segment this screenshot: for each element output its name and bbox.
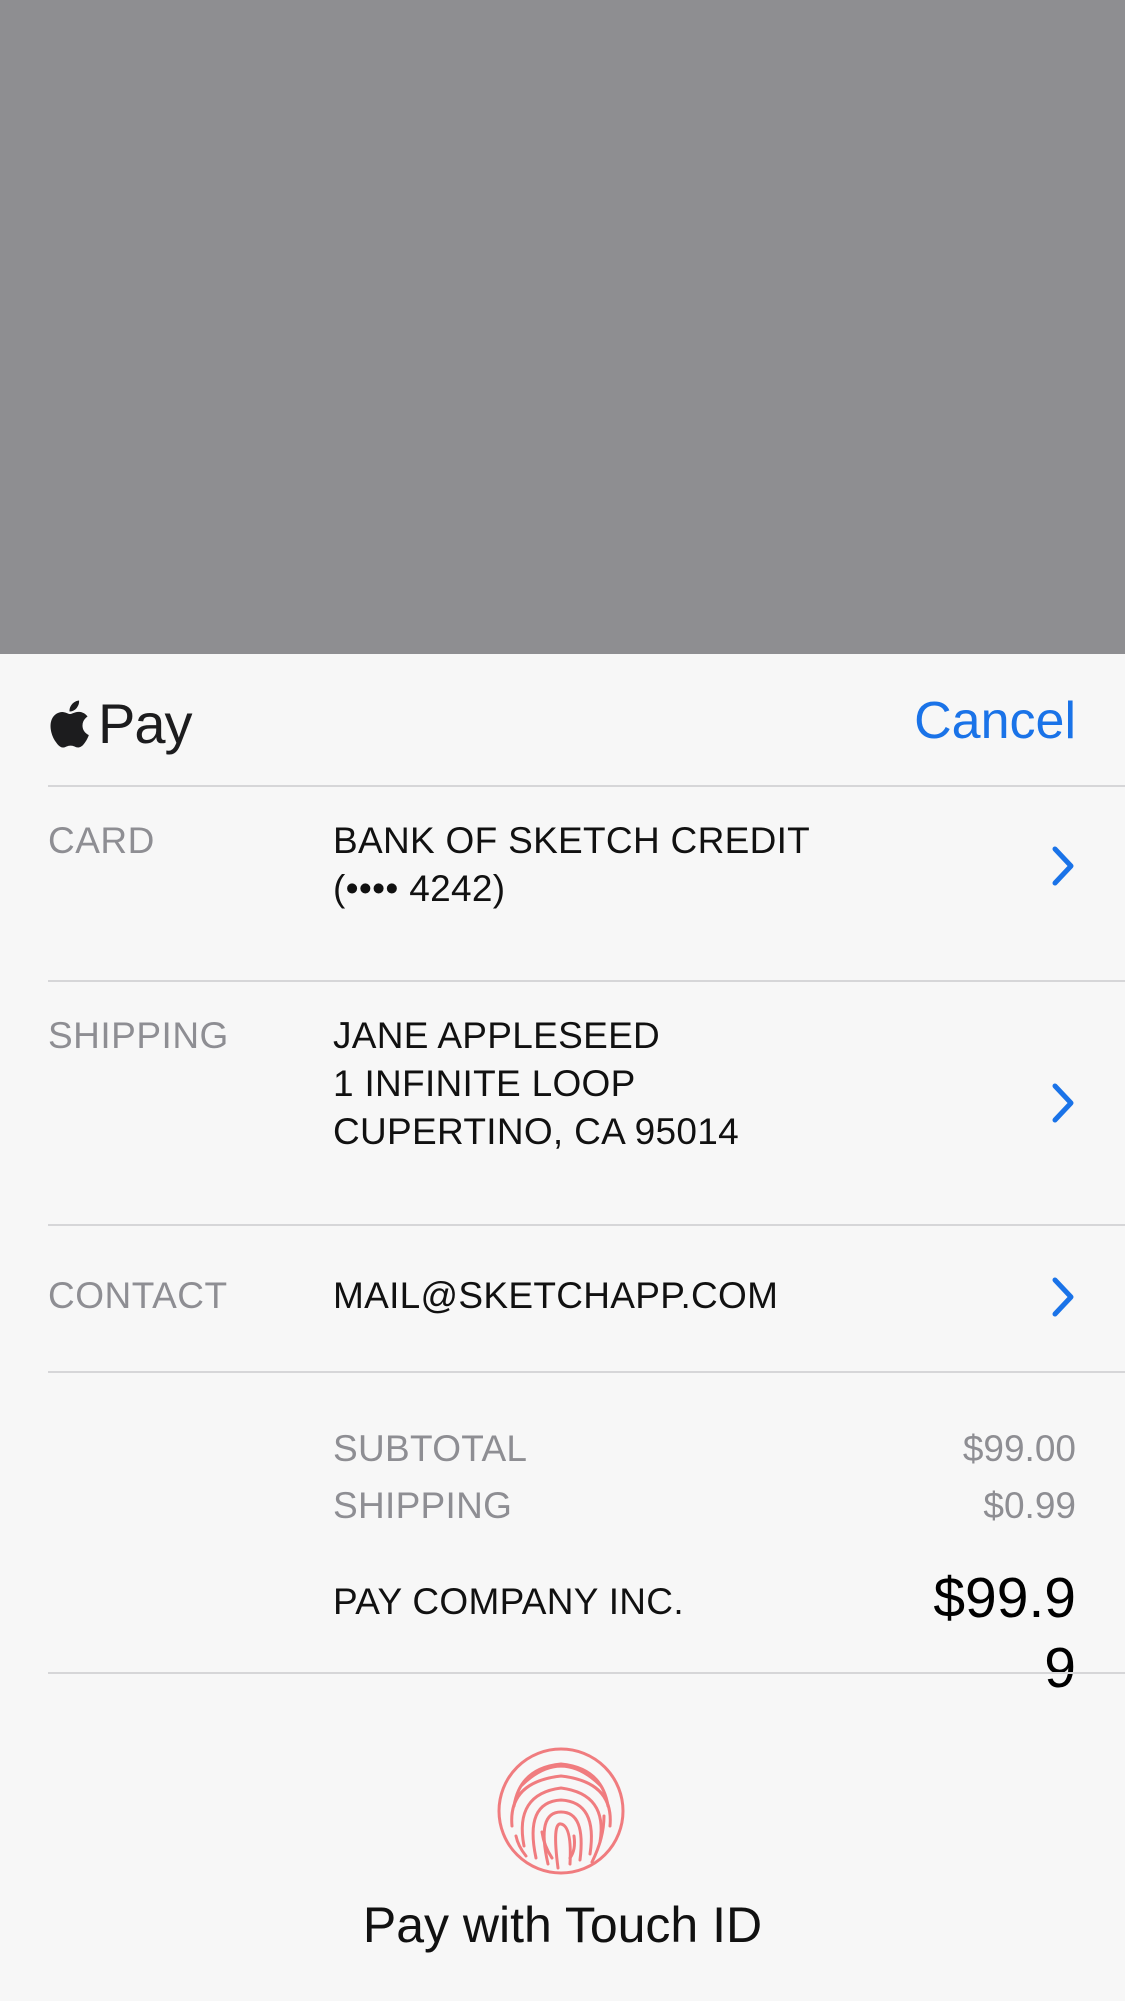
total-value: $99.99 [933, 1566, 1076, 1700]
cancel-button[interactable]: Cancel [914, 686, 1076, 756]
card-row[interactable]: CARD BANK OF SKETCH CREDIT (•••• 4242) [0, 787, 1125, 980]
shipping-name: JANE APPLESEED [333, 1015, 661, 1056]
chevron-right-icon [1052, 846, 1074, 886]
shipping-label: SHIPPING [48, 1015, 229, 1056]
card-label: CARD [48, 820, 155, 861]
card-value: BANK OF SKETCH CREDIT (•••• 4242) [333, 817, 810, 913]
sheet-header: Pay Cancel [0, 654, 1125, 785]
contact-label: CONTACT [48, 1275, 228, 1316]
apple-icon [50, 700, 89, 748]
chevron-right-icon [1052, 1277, 1074, 1317]
chevron-right-icon [1052, 1083, 1074, 1123]
shipping-city: CUPERTINO, CA 95014 [333, 1111, 740, 1152]
contact-email: MAIL@SKETCHAPP.COM [333, 1272, 778, 1320]
pay-with-touch-id-label: Pay with Touch ID [362, 1897, 763, 1953]
apple-pay-logo: Pay [48, 688, 192, 760]
contact-email-text: MAIL@SKETCHAPP.COM [333, 1275, 779, 1316]
shipping-street: 1 INFINITE LOOP [333, 1063, 636, 1104]
divider [48, 1371, 1125, 1373]
brand-text: Pay [98, 692, 192, 755]
card-number: (•••• 4242) [333, 868, 506, 909]
shipping-cost-label: SHIPPING [333, 1485, 513, 1526]
dimmed-background[interactable] [0, 0, 1125, 654]
shipping-row[interactable]: SHIPPING JANE APPLESEED 1 INFINITE LOOP … [0, 982, 1125, 1224]
subtotal-label: SUBTOTAL [333, 1428, 528, 1469]
contact-row[interactable]: CONTACT MAIL@SKETCHAPP.COM [0, 1226, 1125, 1371]
divider [48, 1672, 1125, 1674]
shipping-cost-value: $0.99 [983, 1485, 1076, 1526]
card-name: BANK OF SKETCH CREDIT [333, 820, 811, 861]
subtotal-value: $99.00 [962, 1428, 1076, 1469]
shipping-address: JANE APPLESEED 1 INFINITE LOOP CUPERTINO… [333, 1012, 739, 1156]
total-label: PAY COMPANY INC. [333, 1581, 684, 1622]
fingerprint-icon[interactable] [496, 1746, 626, 1876]
